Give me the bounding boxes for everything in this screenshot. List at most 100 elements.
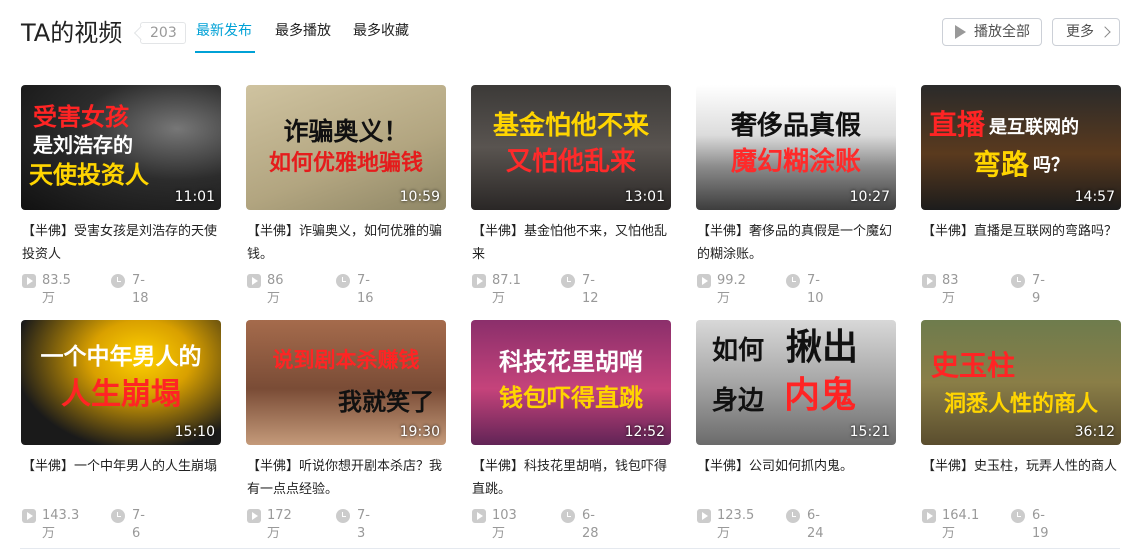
clock-icon [561,509,575,523]
thumbnail-caption: 直播 [929,108,986,141]
thumbnail-caption: 是互联网的 [989,117,1079,138]
chevron-right-icon [1099,26,1111,38]
video-title[interactable]: 【半佛】听说你想开剧本杀店？我有一点点经验。 [247,455,447,501]
play-count-icon [472,274,486,288]
video-thumbnail[interactable]: 受害女孩 是刘浩存的 天使投资人 11:01 [21,85,221,210]
video-duration: 15:10 [174,424,215,440]
play-count-icon [22,509,36,523]
publish-date: 6-28 [582,508,599,541]
publish-date: 6-24 [807,508,824,541]
clock-icon [111,274,125,288]
video-thumbnail[interactable]: 奢侈品真假 魔幻糊涂账 10:27 [696,85,896,210]
video-title[interactable]: 【半佛】受害女孩是刘浩存的天使投资人 [22,220,222,266]
thumbnail-caption: 钱包吓得直跳 [499,384,643,412]
publish-date: 7-6 [132,508,145,541]
clock-icon [561,274,575,288]
video-thumbnail[interactable]: 诈骗奥义！ 如何优雅地骗钱 10:59 [246,85,446,210]
more-label: 更多 [1066,24,1094,40]
tab-latest[interactable]: 最新发布 [196,21,252,41]
play-count-icon [922,274,936,288]
video-count-badge: 203 [140,22,186,44]
section-divider [20,548,1120,549]
thumbnail-caption: 弯路 [973,148,1030,181]
video-title[interactable]: 【半佛】诈骗奥义，如何优雅的骗钱。 [247,220,447,266]
play-count: 99.2万 [717,273,746,306]
thumbnail-caption: 如何优雅地骗钱 [268,151,423,176]
thumbnail-caption: 洞悉人性的商人 [943,392,1098,417]
thumbnail-caption: 奢侈品真假 [730,111,861,141]
video-thumbnail[interactable]: 科技花里胡哨 钱包吓得直跳 12:52 [471,320,671,445]
publish-date: 7-9 [1032,273,1045,306]
play-icon [955,25,966,39]
thumbnail-caption: 诈骗奥义！ [283,117,409,146]
thumbnail-caption: 是刘浩存的 [33,133,133,157]
thumbnail-caption: 如何 [712,336,765,366]
video-title[interactable]: 【半佛】公司如何抓内鬼。 [697,455,897,478]
play-count-icon [697,509,711,523]
video-thumbnail[interactable]: 史玉柱 洞悉人性的商人 36:12 [921,320,1121,445]
video-thumbnail[interactable]: 基金怕他不来 又怕他乱来 13:01 [471,85,671,210]
play-all-label: 播放全部 [974,24,1030,40]
video-thumbnail[interactable]: 说到剧本杀赚钱 我就笑了 19:30 [246,320,446,445]
thumbnail-caption: 吗？ [1033,155,1069,176]
thumbnail-caption: 基金怕他不来 [492,111,649,141]
thumbnail-caption: 又怕他乱来 [505,147,636,177]
play-count: 86万 [267,273,284,306]
clock-icon [786,274,800,288]
publish-date: 6-19 [1032,508,1049,541]
publish-date: 7-3 [357,508,370,541]
video-duration: 19:30 [399,424,440,440]
video-duration: 10:59 [399,189,440,205]
play-all-button[interactable]: 播放全部 [942,18,1042,46]
play-count: 123.5万 [717,508,755,541]
thumbnail-caption: 受害女孩 [33,103,129,131]
thumbnail-caption: 科技花里胡哨 [499,348,643,376]
play-count-icon [697,274,711,288]
play-count: 172万 [267,508,292,541]
video-thumbnail[interactable]: 直播 是互联网的 弯路 吗？ 14:57 [921,85,1121,210]
video-duration: 15:21 [849,424,890,440]
more-button[interactable]: 更多 [1052,18,1120,46]
section-title: TA的视频 [21,19,123,47]
video-title[interactable]: 【半佛】史玉柱，玩弄人性的商人 [922,455,1122,478]
clock-icon [111,509,125,523]
play-count: 83万 [942,273,959,306]
thumbnail-caption: 内鬼 [784,375,857,416]
publish-date: 7-16 [357,273,374,306]
clock-icon [1011,274,1025,288]
video-thumbnail[interactable]: 如何 揪出 身边 内鬼 15:21 [696,320,896,445]
clock-icon [786,509,800,523]
play-count: 87.1万 [492,273,521,306]
thumbnail-caption: 身边 [712,386,765,416]
active-tab-indicator [195,51,255,53]
play-count-icon [247,509,261,523]
thumbnail-caption: 人生崩塌 [61,377,181,412]
publish-date: 7-12 [582,273,599,306]
tab-most-favorited[interactable]: 最多收藏 [353,21,409,41]
play-count-icon [22,274,36,288]
video-duration: 11:01 [174,189,215,205]
play-count-icon [247,274,261,288]
thumbnail-caption: 魔幻糊涂账 [730,147,861,177]
clock-icon [1011,509,1025,523]
video-thumbnail[interactable]: 一个中年男人的 人生崩塌 15:10 [21,320,221,445]
tab-most-played[interactable]: 最多播放 [275,21,331,41]
video-duration: 13:01 [624,189,665,205]
video-title[interactable]: 【半佛】基金怕他不来，又怕他乱来 [472,220,672,266]
play-count: 103万 [492,508,517,541]
video-title[interactable]: 【半佛】科技花里胡哨，钱包吓得直跳。 [472,455,672,501]
publish-date: 7-18 [132,273,149,306]
publish-date: 7-10 [807,273,824,306]
video-title[interactable]: 【半佛】一个中年男人的人生崩塌 [22,455,222,478]
video-duration: 12:52 [624,424,665,440]
video-duration: 36:12 [1074,424,1115,440]
play-count-icon [922,509,936,523]
play-count: 143.3万 [42,508,80,541]
video-title[interactable]: 【半佛】直播是互联网的弯路吗？ [922,220,1122,243]
thumbnail-caption: 我就笑了 [338,388,434,416]
clock-icon [336,274,350,288]
play-count-icon [472,509,486,523]
clock-icon [336,509,350,523]
video-title[interactable]: 【半佛】奢侈品的真假是一个魔幻的糊涂账。 [697,220,897,266]
thumbnail-caption: 史玉柱 [931,349,1016,382]
